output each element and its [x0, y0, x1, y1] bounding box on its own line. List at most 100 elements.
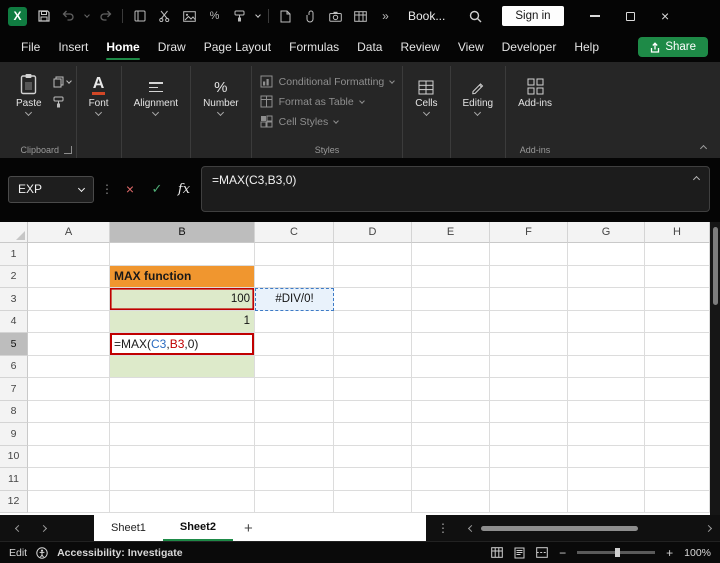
menu-insert[interactable]: Insert — [49, 33, 97, 61]
cut-icon[interactable] — [156, 8, 173, 25]
cell-B3[interactable]: 100 — [110, 288, 255, 311]
cell-E9[interactable] — [412, 423, 490, 446]
cell-B12[interactable] — [110, 490, 255, 513]
row-header-1[interactable]: 1 — [0, 243, 28, 266]
cell-A2[interactable] — [28, 265, 110, 288]
cell-E4[interactable] — [412, 310, 490, 333]
cell-H12[interactable] — [645, 490, 710, 513]
cell-A1[interactable] — [28, 243, 110, 266]
formula-bar-handle-icon[interactable]: ⋮ — [101, 182, 113, 196]
row-header-10[interactable]: 10 — [0, 445, 28, 468]
cell-F6[interactable] — [490, 355, 568, 378]
accessibility-status[interactable]: Accessibility: Investigate — [57, 547, 182, 559]
cell-H6[interactable] — [645, 355, 710, 378]
cell-C5[interactable] — [255, 333, 334, 356]
cell-C10[interactable] — [255, 445, 334, 468]
cell-E10[interactable] — [412, 445, 490, 468]
cell-H1[interactable] — [645, 243, 710, 266]
cell-D7[interactable] — [334, 378, 412, 401]
cell-G5[interactable] — [568, 333, 645, 356]
undo-dropdown-chevron-icon[interactable] — [84, 12, 90, 18]
cell-E5[interactable] — [412, 333, 490, 356]
undo-icon[interactable] — [60, 8, 77, 25]
menu-review[interactable]: Review — [391, 33, 448, 61]
cell-H10[interactable] — [645, 445, 710, 468]
cell-D5[interactable] — [334, 333, 412, 356]
column-header-C[interactable]: C — [255, 222, 334, 243]
column-header-H[interactable]: H — [645, 222, 710, 243]
toolbar-dropdown-chevron-icon[interactable] — [255, 12, 261, 18]
cell-D1[interactable] — [334, 243, 412, 266]
menu-home[interactable]: Home — [97, 33, 148, 61]
cell-C8[interactable] — [255, 400, 334, 423]
maximize-button[interactable] — [613, 1, 648, 31]
notebook-icon[interactable] — [131, 8, 148, 25]
cell-C7[interactable] — [255, 378, 334, 401]
format-painter-button[interactable] — [53, 96, 71, 108]
menu-developer[interactable]: Developer — [493, 33, 566, 61]
row-header-11[interactable]: 11 — [0, 468, 28, 491]
select-all-corner[interactable] — [0, 222, 28, 243]
cell-F11[interactable] — [490, 468, 568, 491]
cell-H4[interactable] — [645, 310, 710, 333]
cell-D2[interactable] — [334, 265, 412, 288]
column-header-D[interactable]: D — [334, 222, 412, 243]
cell-A10[interactable] — [28, 445, 110, 468]
column-header-B[interactable]: B — [110, 222, 255, 243]
cell-D4[interactable] — [334, 310, 412, 333]
cell-E1[interactable] — [412, 243, 490, 266]
sheet-tab-sheet1[interactable]: Sheet1 — [94, 515, 163, 541]
cell-D6[interactable] — [334, 355, 412, 378]
cell-A8[interactable] — [28, 400, 110, 423]
cell-C6[interactable] — [255, 355, 334, 378]
close-button[interactable]: × — [648, 1, 683, 31]
cell-F4[interactable] — [490, 310, 568, 333]
cell-B5[interactable]: =MAX(C3, B3,0) — [110, 333, 255, 356]
menu-draw[interactable]: Draw — [149, 33, 195, 61]
cell-A5[interactable] — [28, 333, 110, 356]
cell-H9[interactable] — [645, 423, 710, 446]
previous-sheet-icon[interactable] — [14, 524, 23, 532]
number-button[interactable]: % Number — [194, 66, 248, 117]
cell-H8[interactable] — [645, 400, 710, 423]
tab-options-icon[interactable]: ⋮ — [437, 521, 449, 535]
row-header-7[interactable]: 7 — [0, 378, 28, 401]
cell-F7[interactable] — [490, 378, 568, 401]
enter-button[interactable]: ✓ — [147, 179, 167, 199]
row-header-5[interactable]: 5 — [0, 333, 28, 356]
menu-data[interactable]: Data — [348, 33, 391, 61]
cell-E8[interactable] — [412, 400, 490, 423]
vertical-scrollbar-thumb[interactable] — [712, 227, 718, 305]
add-sheet-button[interactable]: + — [233, 515, 264, 541]
cells-button[interactable]: Cells — [406, 66, 446, 117]
sheet-tab-sheet2[interactable]: Sheet2 — [162, 515, 233, 541]
menu-help[interactable]: Help — [565, 33, 608, 61]
cell-E12[interactable] — [412, 490, 490, 513]
cell-H7[interactable] — [645, 378, 710, 401]
cancel-button[interactable]: × — [120, 179, 140, 199]
zoom-slider-thumb[interactable] — [614, 547, 620, 558]
cell-G12[interactable] — [568, 490, 645, 513]
cell-A7[interactable] — [28, 378, 110, 401]
format-as-table-button[interactable]: Format as Table — [260, 95, 395, 108]
search-icon[interactable] — [467, 8, 484, 25]
cell-H5[interactable] — [645, 333, 710, 356]
cell-E11[interactable] — [412, 468, 490, 491]
row-header-8[interactable]: 8 — [0, 400, 28, 423]
cell-G8[interactable] — [568, 400, 645, 423]
cell-C12[interactable] — [255, 490, 334, 513]
table-icon[interactable] — [352, 8, 369, 25]
cell-G4[interactable] — [568, 310, 645, 333]
row-header-6[interactable]: 6 — [0, 355, 28, 378]
cell-F10[interactable] — [490, 445, 568, 468]
cell-C9[interactable] — [255, 423, 334, 446]
cell-G7[interactable] — [568, 378, 645, 401]
cell-C2[interactable] — [255, 265, 334, 288]
cell-G2[interactable] — [568, 265, 645, 288]
row-header-12[interactable]: 12 — [0, 490, 28, 513]
font-button[interactable]: A Font — [80, 66, 118, 117]
zoom-slider[interactable] — [577, 547, 656, 558]
cell-C11[interactable] — [255, 468, 334, 491]
dialog-launcher-icon[interactable] — [63, 146, 72, 154]
collapse-formula-bar-icon[interactable] — [692, 175, 701, 184]
